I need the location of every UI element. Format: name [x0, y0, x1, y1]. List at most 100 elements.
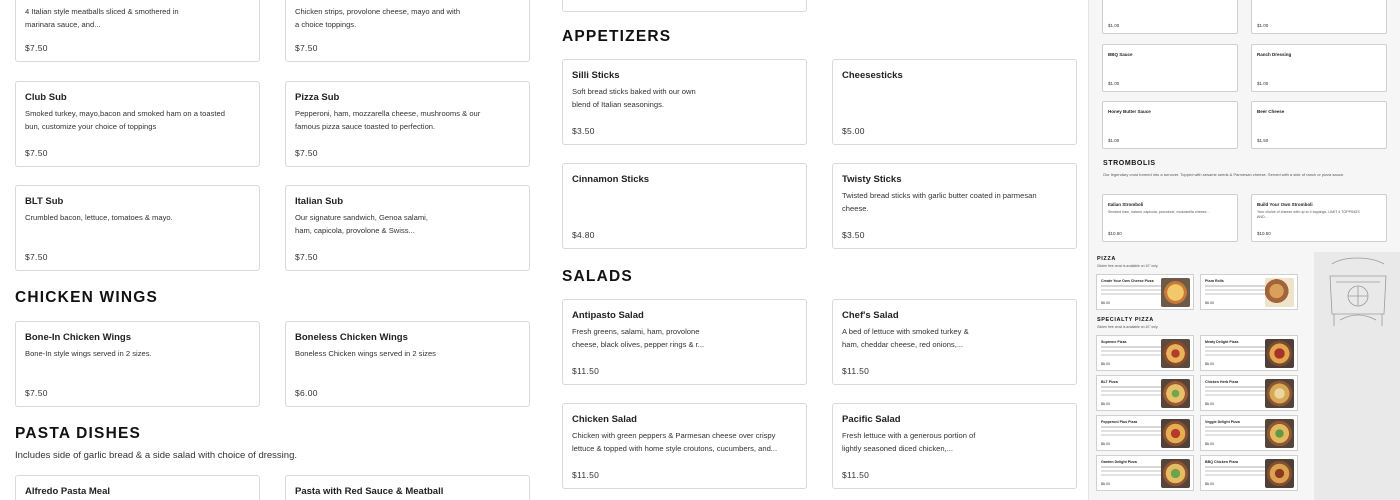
menu-item-card[interactable]: Italian Sub Our signature sandwich, Geno… [285, 185, 530, 271]
preview-price: $1.50 [1257, 138, 1269, 143]
item-title: Pizza Sub [295, 92, 340, 103]
preview-description-lines [1205, 466, 1265, 468]
preview-title: Beer Cheese [1257, 109, 1285, 114]
preview-price: $6.00 [1205, 301, 1214, 305]
preview-description-lines [1101, 285, 1161, 287]
preview-pizza-card[interactable]: Veggie Delight Pizza $6.00 [1200, 415, 1298, 451]
preview-title: Supreme Pizza [1101, 340, 1127, 344]
pizza-photo [1161, 459, 1190, 488]
preview-pizza-card[interactable]: Chicken Herb Pizza $6.00 [1200, 375, 1298, 411]
menu-item-card[interactable]: Silli Sticks Soft bread sticks baked wit… [562, 59, 807, 145]
item-price: $11.50 [572, 366, 600, 376]
item-description: Our signature sandwich, Genoa salami, ha… [295, 213, 428, 235]
preview-pizza-card[interactable]: BLT Pizza $6.00 [1096, 375, 1194, 411]
preview-sauce-card[interactable]: Honey Butter Sauce $1.00 [1102, 101, 1238, 149]
menu-item-card[interactable]: Twisty Sticks Twisted bread sticks with … [832, 163, 1077, 249]
item-description: Fresh lettuce with a generous portion of… [842, 431, 976, 453]
menu-item-card[interactable]: Chicken Salad Chicken with green peppers… [562, 403, 807, 489]
item-title: Club Sub [25, 92, 67, 103]
item-title: BLT Sub [25, 196, 64, 207]
item-price: $11.50 [572, 470, 600, 480]
preview-price: $6.00 [1101, 362, 1110, 366]
preview-description-lines [1205, 426, 1265, 428]
preview-pizza-card[interactable]: Garden Delight Pizza $6.00 [1096, 455, 1194, 491]
item-price: $7.50 [295, 148, 318, 158]
preview-pizza-card[interactable]: Pizza Rolls $6.00 [1200, 274, 1298, 310]
menu-item-card[interactable]: Club Sub Smoked turkey, mayo,bacon and s… [15, 81, 260, 167]
preview-pizza-card[interactable]: Meaty Delight Pizza $6.00 [1200, 335, 1298, 371]
menu-item-card[interactable]: Pasta with Red Sauce & Meatball [285, 475, 530, 500]
preview-description-lines [1101, 386, 1161, 388]
preview-stromboli-card[interactable]: Build Your Own Stromboli Your choice of … [1251, 194, 1387, 242]
item-title: Alfredo Pasta Meal [25, 486, 110, 497]
preview-pizza-card[interactable]: Pepperoni Plus Pizza $6.00 [1096, 415, 1194, 451]
preview-price: $6.00 [1101, 301, 1110, 305]
section-heading-pasta-dishes: Pasta Dishes [15, 425, 142, 442]
preview-price: $10.50 [1257, 231, 1271, 236]
preview-price: $1.00 [1257, 23, 1269, 28]
preview-price: $6.00 [1205, 402, 1214, 406]
menu-item-card[interactable]: Alfredo Pasta Meal [15, 475, 260, 500]
preview-title: Garden Delight Pizza [1101, 460, 1137, 464]
preview-title: Chicken Herb Pizza [1205, 380, 1239, 384]
item-description: Crumbled bacon, lettuce, tomatoes & mayo… [25, 213, 173, 222]
menu-item-card[interactable] [562, 0, 807, 12]
preview-pizza-card[interactable]: Create Your Own Cheese Pizza $6.00 [1096, 274, 1194, 310]
preview-title: Ranch Dressing [1257, 52, 1292, 57]
preview-price: $1.00 [1108, 23, 1120, 28]
preview-section-heading: PIZZA [1097, 256, 1116, 262]
preview-description-lines [1205, 386, 1265, 388]
item-title: Cinnamon Sticks [572, 174, 650, 185]
preview-section-note: Gluten free crust is available on 10" on… [1097, 325, 1159, 329]
preview-section-description: Our legendary crust formed into a turnov… [1103, 172, 1345, 177]
menu-item-card[interactable]: Pacific Salad Fresh lettuce with a gener… [832, 403, 1077, 489]
preview-pizza-card[interactable]: Supreme Pizza $6.00 [1096, 335, 1194, 371]
item-title: Boneless Chicken Wings [295, 332, 408, 343]
item-price: $7.50 [295, 252, 318, 262]
item-price: $11.50 [842, 366, 870, 376]
menu-item-card[interactable]: Chef's Salad A bed of lettuce with smoke… [832, 299, 1077, 385]
preview-price: $6.00 [1205, 482, 1214, 486]
menu-item-card[interactable]: Cinnamon Sticks $4.80 [562, 163, 807, 249]
pizza-photo [1265, 459, 1294, 488]
preview-sauce-card[interactable]: Ranch Dressing $1.00 [1251, 44, 1387, 92]
storefront-sketch-icon [1329, 257, 1387, 326]
item-price: $11.50 [842, 470, 870, 480]
menu-item-card[interactable]: Cheesesticks $5.00 [832, 59, 1077, 145]
preview-stromboli-card[interactable]: Italian Stromboli Smoked ham, salami, ca… [1102, 194, 1238, 242]
item-description: Boneless Chicken wings served in 2 sizes [295, 349, 436, 358]
preview-description: Your choice of cheese with up to 4 toppi… [1257, 210, 1360, 220]
item-description: 4 Italian style meatballs sliced & smoth… [25, 7, 179, 29]
menu-item-card[interactable]: 4 Italian style meatballs sliced & smoth… [15, 0, 260, 62]
item-price: $3.50 [842, 230, 865, 240]
preview-description: Smoked ham, salami, capicola, provolone,… [1108, 210, 1210, 214]
item-description: Soft bread sticks baked with our own ble… [572, 87, 696, 109]
item-description: Chicken with green peppers & Parmesan ch… [572, 431, 778, 453]
menu-item-card[interactable]: BLT Sub Crumbled bacon, lettuce, tomatoe… [15, 185, 260, 271]
pizza-photo [1265, 339, 1294, 368]
preview-title: BBQ Sauce [1108, 52, 1133, 57]
menu-item-card[interactable]: Bone-In Chicken Wings Bone-In style wing… [15, 321, 260, 407]
item-price: $7.50 [25, 388, 48, 398]
menu-item-card[interactable]: Chicken strips, provolone cheese, mayo a… [285, 0, 530, 62]
item-description: Smoked turkey, mayo,bacon and smoked ham… [25, 109, 225, 131]
menu-item-card[interactable]: Pizza Sub Pepperoni, ham, mozzarella che… [285, 81, 530, 167]
item-description: Bone-In style wings served in 2 sizes. [25, 349, 152, 358]
preview-sauce-card[interactable]: BBQ Sauce $1.00 [1102, 44, 1238, 92]
preview-sauce-card[interactable]: $1.00 [1251, 0, 1387, 34]
preview-pizza-card[interactable]: BBQ Chicken Pizza $6.00 [1200, 455, 1298, 491]
preview-description-lines [1101, 426, 1161, 428]
preview-sauce-card[interactable]: $1.00 [1102, 0, 1238, 34]
item-title: Twisty Sticks [842, 174, 902, 185]
item-title: Chef's Salad [842, 310, 899, 321]
item-description: Pepperoni, ham, mozzarella cheese, mushr… [295, 109, 481, 131]
item-title: Italian Sub [295, 196, 344, 207]
preview-sauce-card[interactable]: Beer Cheese $1.50 [1251, 101, 1387, 149]
preview-description-lines [1205, 346, 1265, 348]
preview-section-heading: SPECIALTY PIZZA [1097, 317, 1154, 323]
menu-item-card[interactable]: Boneless Chicken Wings Boneless Chicken … [285, 321, 530, 407]
preview-title: Pepperoni Plus Pizza [1101, 420, 1138, 424]
menu-item-card[interactable]: Antipasto Salad Fresh greens, salami, ha… [562, 299, 807, 385]
item-description: Chicken strips, provolone cheese, mayo a… [295, 7, 461, 29]
preview-price: $6.00 [1101, 442, 1110, 446]
